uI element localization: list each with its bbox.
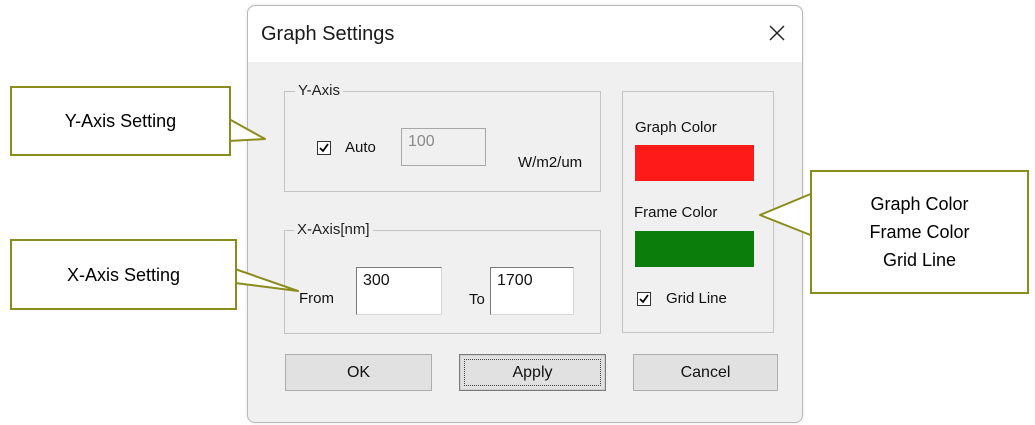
- y-axis-callout-text: Y-Axis Setting: [64, 111, 177, 131]
- y-axis-callout: Y-Axis Setting: [10, 86, 231, 156]
- x-axis-callout-text: X-Axis Setting: [66, 264, 181, 285]
- x-axis-callout-pointer: [234, 268, 299, 292]
- color-callout-pointer: [759, 192, 814, 237]
- x-axis-callout: X-Axis Setting: [10, 239, 237, 310]
- y-axis-callout-pointer: [228, 118, 266, 142]
- color-callout: Graph Color Frame Color Grid Line: [810, 170, 1029, 294]
- color-callout-line-frame-color: Frame Color: [869, 222, 970, 242]
- color-callout-line-grid-line: Grid Line: [882, 250, 957, 270]
- color-callout-line-graph-color: Graph Color: [870, 194, 969, 214]
